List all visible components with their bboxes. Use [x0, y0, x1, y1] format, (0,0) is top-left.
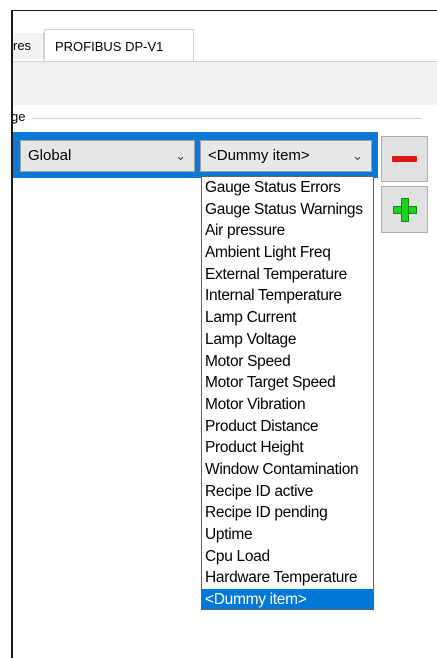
list-item-selected[interactable]: <Dummy item>: [202, 589, 373, 609]
list-item[interactable]: External Temperature: [202, 264, 373, 286]
list-item[interactable]: Internal Temperature: [202, 285, 373, 307]
list-item[interactable]: Lamp Current: [202, 307, 373, 329]
chevron-down-icon[interactable]: ⌄: [175, 141, 186, 171]
tab-previous-label: res: [13, 38, 32, 53]
list-item[interactable]: Recipe ID active: [202, 481, 373, 503]
item-combobox-value: <Dummy item>: [208, 147, 310, 164]
window-top-border: [11, 10, 437, 11]
group-label: ge: [11, 108, 29, 126]
list-item[interactable]: Uptime: [202, 524, 373, 546]
list-item[interactable]: Lamp Voltage: [202, 329, 373, 351]
tab-active-label: PROFIBUS DP-V1: [55, 39, 164, 54]
list-item[interactable]: Window Contamination: [202, 459, 373, 481]
list-item[interactable]: Motor Speed: [202, 351, 373, 373]
list-item[interactable]: Motor Target Speed: [202, 372, 373, 394]
list-item[interactable]: Air pressure: [202, 220, 373, 242]
list-item[interactable]: Product Distance: [202, 416, 373, 438]
scope-combobox[interactable]: Global ⌄: [20, 140, 195, 172]
tab-profibus-dp-v1[interactable]: PROFIBUS DP-V1: [44, 29, 194, 62]
tab-baseline: [13, 61, 437, 62]
remove-button[interactable]: [381, 136, 428, 182]
add-button[interactable]: [381, 186, 428, 233]
scope-combobox-value: Global: [28, 147, 72, 164]
window-left-border: [11, 10, 13, 658]
group-border: [32, 118, 422, 119]
tab-previous[interactable]: res: [11, 33, 44, 59]
minus-icon: [392, 156, 417, 162]
list-item[interactable]: Motor Vibration: [202, 394, 373, 416]
item-combobox[interactable]: <Dummy item> ⌄: [200, 140, 372, 172]
chevron-down-icon[interactable]: ⌄: [352, 141, 363, 171]
list-item[interactable]: Product Height: [202, 437, 373, 459]
plus-icon: [392, 197, 417, 222]
list-item[interactable]: Gauge Status Errors: [202, 177, 373, 199]
list-item[interactable]: Hardware Temperature: [202, 567, 373, 589]
list-item[interactable]: Ambient Light Freq: [202, 242, 373, 264]
list-item[interactable]: Gauge Status Warnings: [202, 199, 373, 221]
list-item[interactable]: Cpu Load: [202, 546, 373, 568]
item-dropdown-list[interactable]: Gauge Status Errors Gauge Status Warning…: [201, 176, 374, 610]
list-item[interactable]: Recipe ID pending: [202, 502, 373, 524]
